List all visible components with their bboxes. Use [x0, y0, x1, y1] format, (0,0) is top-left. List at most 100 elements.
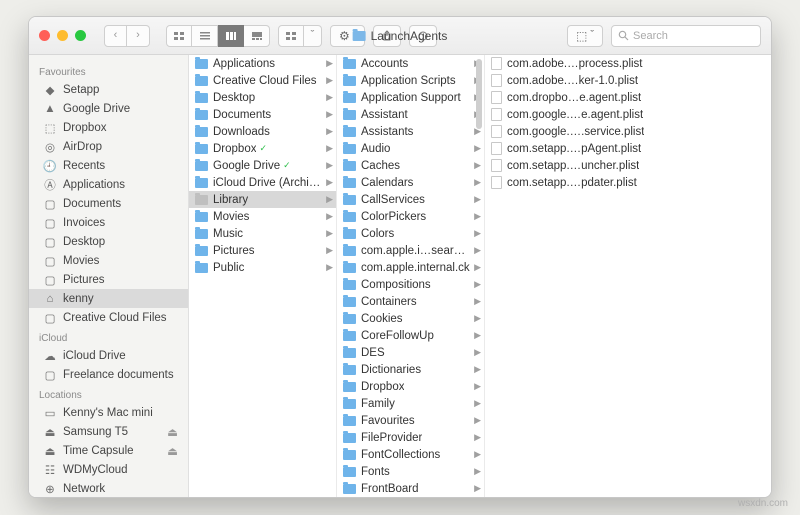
list-item[interactable]: Creative Cloud Files▶: [189, 72, 336, 89]
list-item[interactable]: com.google.…e.agent.plist: [485, 106, 771, 123]
search-field[interactable]: Search: [611, 25, 761, 47]
disk-icon: ⏏: [43, 425, 57, 438]
view-icons[interactable]: [166, 25, 192, 47]
group-sort-segment: ˇ: [278, 25, 322, 47]
list-item[interactable]: Library▶: [189, 191, 336, 208]
sidebar[interactable]: Favourites◆Setapp▲Google Drive⬚Dropbox◎A…: [29, 55, 189, 497]
list-item[interactable]: Assistant▶: [337, 106, 484, 123]
list-item[interactable]: Applications▶: [189, 55, 336, 72]
list-item[interactable]: Downloads▶: [189, 123, 336, 140]
list-item[interactable]: com.setapp.…uncher.plist: [485, 157, 771, 174]
list-item[interactable]: Cookies▶: [337, 310, 484, 327]
sort-dropdown[interactable]: ˇ: [304, 25, 322, 47]
list-item[interactable]: com.apple.internal.ck▶: [337, 259, 484, 276]
sidebar-item-freelance-documents[interactable]: ▢Freelance documents: [29, 365, 188, 384]
list-item[interactable]: Movies▶: [189, 208, 336, 225]
sidebar-item-wdmycloud[interactable]: ☷WDMyCloud: [29, 460, 188, 479]
folder-icon: [343, 127, 356, 137]
sidebar-item-setapp[interactable]: ◆Setapp: [29, 80, 188, 99]
list-item[interactable]: Compositions▶: [337, 276, 484, 293]
list-item[interactable]: Colors▶: [337, 225, 484, 242]
sidebar-item-recents[interactable]: 🕘Recents: [29, 156, 188, 175]
list-item[interactable]: Favourites▶: [337, 412, 484, 429]
list-item[interactable]: Documents▶: [189, 106, 336, 123]
list-item[interactable]: Public▶: [189, 259, 336, 276]
sidebar-item-movies[interactable]: ▢Movies: [29, 251, 188, 270]
list-item[interactable]: Application Support▶: [337, 89, 484, 106]
sidebar-item-invoices[interactable]: ▢Invoices: [29, 213, 188, 232]
item-label: Applications: [213, 58, 275, 70]
column-2[interactable]: com.adobe.…process.plistcom.adobe.…ker-1…: [485, 55, 771, 497]
list-item[interactable]: com.adobe.…ker-1.0.plist: [485, 72, 771, 89]
folder-icon: [343, 93, 356, 103]
sidebar-item-applications[interactable]: ⒶApplications: [29, 175, 188, 194]
list-item[interactable]: com.dropbo…e.agent.plist: [485, 89, 771, 106]
list-item[interactable]: CallServices▶: [337, 191, 484, 208]
window-title: LaunchAgents: [353, 29, 448, 43]
list-item[interactable]: Audio▶: [337, 140, 484, 157]
item-label: iCloud Drive (Archive): [213, 177, 322, 189]
eject-icon[interactable]: ⏏: [167, 425, 178, 439]
list-item[interactable]: Accounts▶: [337, 55, 484, 72]
list-item[interactable]: Caches▶: [337, 157, 484, 174]
sidebar-item-time-capsule[interactable]: ⏏Time Capsule⏏: [29, 441, 188, 460]
list-item[interactable]: FrontBoard▶: [337, 480, 484, 497]
list-item[interactable]: Dictionaries▶: [337, 361, 484, 378]
zoom-button[interactable]: [75, 30, 86, 41]
list-item[interactable]: Fonts▶: [337, 463, 484, 480]
list-item[interactable]: com.setapp.…pAgent.plist: [485, 140, 771, 157]
list-item[interactable]: Dropbox▶: [337, 378, 484, 395]
item-label: Application Support: [361, 92, 461, 104]
list-item[interactable]: Application Scripts▶: [337, 72, 484, 89]
list-item[interactable]: com.setapp.…pdater.plist: [485, 174, 771, 191]
list-item[interactable]: Containers▶: [337, 293, 484, 310]
list-item[interactable]: com.adobe.…process.plist: [485, 55, 771, 72]
list-item[interactable]: FontCollections▶: [337, 446, 484, 463]
forward-button[interactable]: ›: [127, 25, 150, 47]
list-item[interactable]: Music▶: [189, 225, 336, 242]
list-item[interactable]: Assistants▶: [337, 123, 484, 140]
sidebar-item-samsung-t5[interactable]: ⏏Samsung T5⏏: [29, 422, 188, 441]
column-1[interactable]: Accounts▶Application Scripts▶Application…: [337, 55, 485, 497]
folder-icon: [343, 178, 356, 188]
folder-icon: ▢: [43, 273, 57, 286]
eject-icon[interactable]: ⏏: [167, 444, 178, 458]
list-item[interactable]: Google Drive✓▶: [189, 157, 336, 174]
list-item[interactable]: iCloud Drive (Archive)▶: [189, 174, 336, 191]
sidebar-item-dropbox[interactable]: ⬚Dropbox: [29, 118, 188, 137]
list-item[interactable]: Dropbox✓▶: [189, 140, 336, 157]
minimize-button[interactable]: [57, 30, 68, 41]
view-gallery[interactable]: [244, 25, 270, 47]
dropbox-toolbar-button[interactable]: ⬚ˇ: [567, 25, 603, 47]
sidebar-item-label: Time Capsule: [63, 445, 134, 457]
group-button[interactable]: [278, 25, 304, 47]
list-item[interactable]: Family▶: [337, 395, 484, 412]
sidebar-item-desktop[interactable]: ▢Desktop: [29, 232, 188, 251]
list-item[interactable]: com.google.….service.plist: [485, 123, 771, 140]
list-item[interactable]: com.apple.i…searchpartyd▶: [337, 242, 484, 259]
back-button[interactable]: ‹: [104, 25, 127, 47]
list-item[interactable]: DES▶: [337, 344, 484, 361]
sidebar-item-kenny-s-mac-mini[interactable]: ▭Kenny's Mac mini: [29, 403, 188, 422]
list-item[interactable]: Desktop▶: [189, 89, 336, 106]
close-button[interactable]: [39, 30, 50, 41]
view-list[interactable]: [192, 25, 218, 47]
view-columns[interactable]: [218, 25, 244, 47]
sidebar-item-pictures[interactable]: ▢Pictures: [29, 270, 188, 289]
list-item[interactable]: ColorPickers▶: [337, 208, 484, 225]
sidebar-item-icloud-drive[interactable]: ☁iCloud Drive: [29, 346, 188, 365]
list-item[interactable]: FileProvider▶: [337, 429, 484, 446]
scrollbar-thumb[interactable]: [476, 59, 482, 129]
list-item[interactable]: CoreFollowUp▶: [337, 327, 484, 344]
sidebar-item-documents[interactable]: ▢Documents: [29, 194, 188, 213]
list-item[interactable]: Pictures▶: [189, 242, 336, 259]
sidebar-item-google-drive[interactable]: ▲Google Drive: [29, 99, 188, 118]
sidebar-item-creative-cloud-files[interactable]: ▢Creative Cloud Files: [29, 308, 188, 327]
folder-icon: [195, 178, 208, 188]
list-item[interactable]: Calendars▶: [337, 174, 484, 191]
sidebar-item-airdrop[interactable]: ◎AirDrop: [29, 137, 188, 156]
disclosure-arrow-icon: ▶: [474, 330, 481, 341]
sidebar-item-network[interactable]: ⊕Network: [29, 479, 188, 497]
sidebar-item-kenny[interactable]: ⌂kenny: [29, 289, 188, 308]
column-0[interactable]: Applications▶Creative Cloud Files▶Deskto…: [189, 55, 337, 497]
